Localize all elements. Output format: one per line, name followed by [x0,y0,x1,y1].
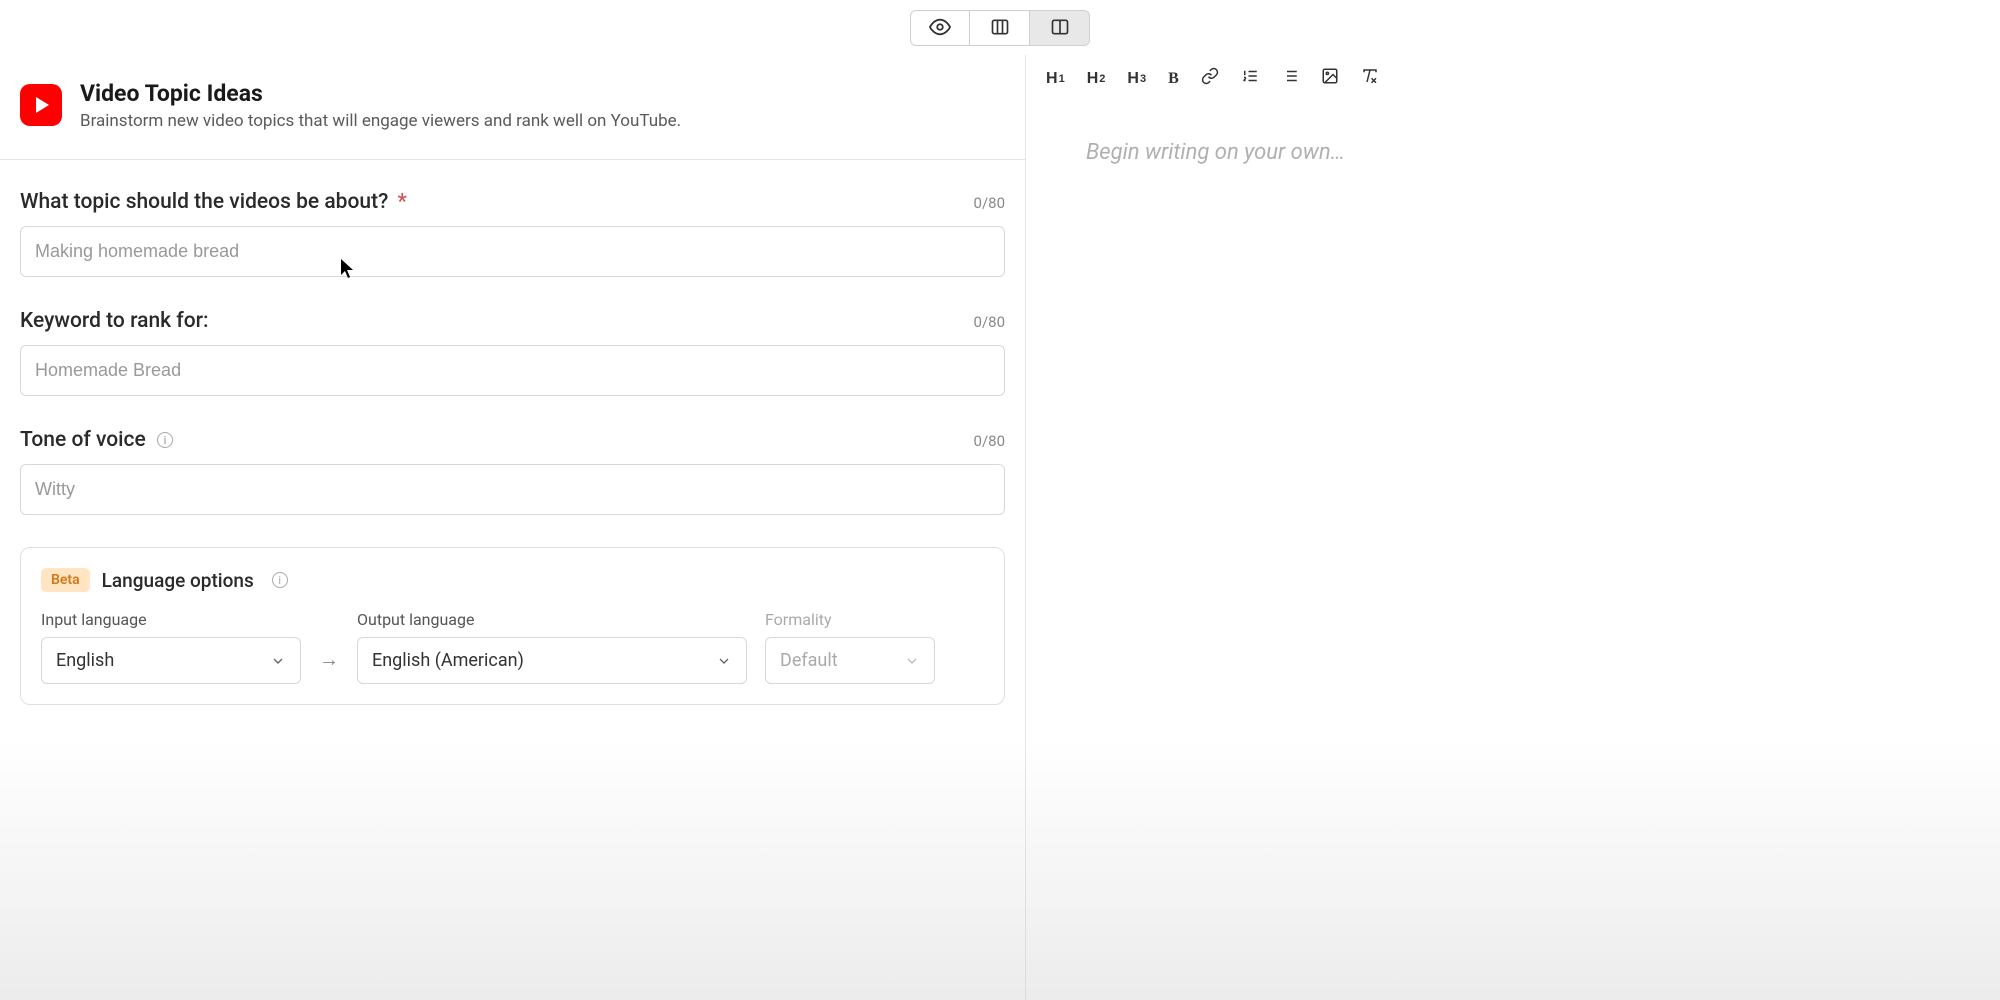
required-indicator: * [398,190,407,214]
unordered-list-icon [1281,67,1299,90]
input-language-select[interactable]: English [41,637,301,684]
language-options-box: Beta Language options i Input language E… [20,547,1005,705]
image-button[interactable] [1321,67,1339,90]
page-title: Video Topic Ideas [80,80,681,107]
youtube-icon [20,84,62,126]
image-icon [1321,67,1339,90]
play-icon [36,97,49,113]
heading1-button[interactable]: H1 [1046,70,1065,88]
formality-select[interactable]: Default [765,637,935,684]
preview-mode-button[interactable] [910,10,970,46]
keyword-counter: 0/80 [974,313,1005,331]
panel-center-icon [990,17,1010,40]
view-mode-toolbar [910,10,1090,46]
output-language-select[interactable]: English (American) [357,637,747,684]
topic-input[interactable] [20,226,1005,277]
center-mode-button[interactable] [970,10,1030,46]
link-button[interactable] [1201,67,1219,90]
page-header: Video Topic Ideas Brainstorm new video t… [0,55,1025,160]
eye-icon [929,16,951,41]
keyword-input[interactable] [20,345,1005,396]
split-mode-button[interactable] [1030,10,1090,46]
heading3-button[interactable]: H3 [1127,70,1146,88]
editor-area[interactable]: Begin writing on your own… [1026,102,2000,1000]
chevron-down-icon [716,653,732,669]
heading2-button[interactable]: H2 [1087,70,1106,88]
ordered-list-button[interactable] [1241,67,1259,90]
beta-badge: Beta [41,568,90,592]
formality-value: Default [780,650,838,671]
tone-field: Tone of voice i 0/80 [20,428,1005,515]
bold-button[interactable]: B [1168,70,1179,88]
output-language-value: English (American) [372,650,524,671]
link-icon [1201,67,1219,90]
chevron-down-icon [904,653,920,669]
tone-input[interactable] [20,464,1005,515]
tone-label: Tone of voice i [20,428,173,452]
unordered-list-button[interactable] [1281,67,1299,90]
editor-toolbar: H1 H2 H3 B [1026,55,2000,102]
topic-label: What topic should the videos be about? * [20,190,407,214]
input-language-value: English [56,650,114,671]
output-language-label: Output language [357,610,747,629]
panel-split-icon [1050,17,1070,40]
tone-counter: 0/80 [974,432,1005,450]
arrow-right-icon: → [319,647,339,684]
language-options-title: Language options [102,569,254,592]
topic-field: What topic should the videos be about? *… [20,190,1005,277]
ordered-list-icon [1241,67,1259,90]
keyword-label: Keyword to rank for: [20,309,209,333]
formality-label: Formality [765,610,935,629]
editor-panel: H1 H2 H3 B [1026,55,2000,1000]
keyword-field: Keyword to rank for: 0/80 [20,309,1005,396]
clear-format-button[interactable] [1361,67,1379,90]
chevron-down-icon [270,653,286,669]
info-icon[interactable]: i [272,572,288,588]
editor-placeholder: Begin writing on your own… [1086,140,1940,165]
clear-format-icon [1361,67,1379,90]
info-icon[interactable]: i [157,432,173,448]
topic-counter: 0/80 [974,194,1005,212]
page-subtitle: Brainstorm new video topics that will en… [80,111,681,131]
input-language-label: Input language [41,610,301,629]
form-panel: Video Topic Ideas Brainstorm new video t… [0,55,1026,1000]
